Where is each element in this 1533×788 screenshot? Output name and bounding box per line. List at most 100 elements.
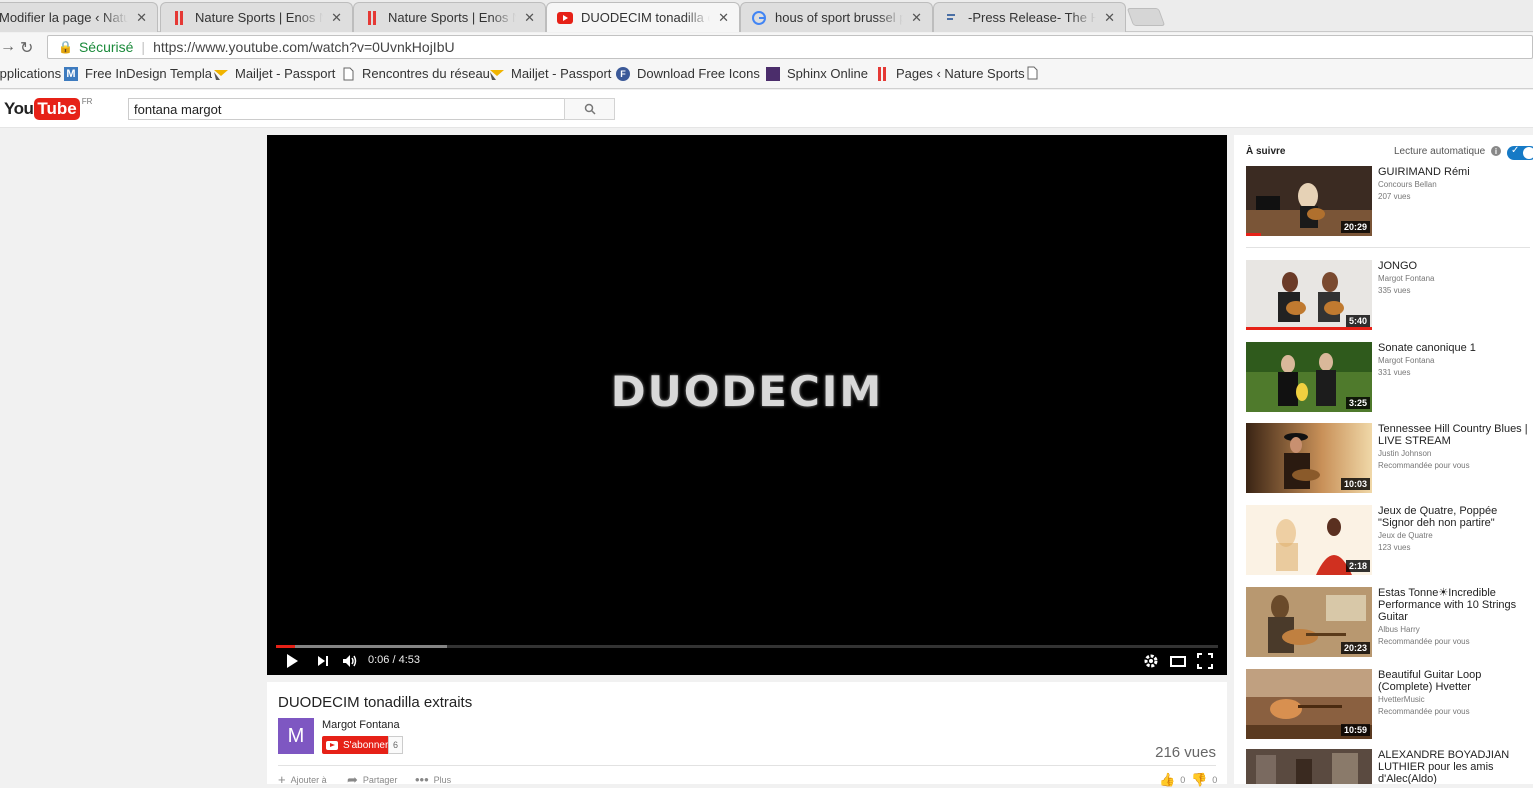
close-icon[interactable]: ✕ — [718, 10, 729, 26]
tab-label: Nature Sports | Enos Net — [195, 10, 323, 25]
bookmark-label: Pages ‹ Nature Sports — [896, 66, 1025, 81]
video-player[interactable]: DUODECIM 0:06 / 4:53 — [267, 135, 1227, 675]
video-channel: Jeux de Quatre — [1378, 531, 1433, 540]
share-button[interactable]: ➦ Partager — [347, 772, 397, 788]
video-thumbnail[interactable] — [1246, 749, 1372, 784]
video-thumbnail[interactable]: 10:59 — [1246, 669, 1372, 739]
video-title[interactable]: JONGO — [1378, 260, 1528, 272]
address-bar[interactable]: 🔒 Sécurisé | https://www.youtube.com/wat… — [47, 35, 1533, 59]
theater-icon — [1170, 656, 1186, 667]
tab-label: Modifier la page ‹ Nature Sports — [0, 10, 128, 25]
search-input[interactable] — [128, 98, 565, 120]
url-separator: | — [141, 39, 146, 55]
video-thumbnail[interactable]: 20:29 — [1246, 166, 1372, 236]
browser-tab[interactable]: hous of sport brussel png ✕ — [740, 2, 933, 32]
video-meta: 207 vues — [1378, 192, 1411, 201]
video-title[interactable]: Jeux de Quatre, Poppée "Signor deh non p… — [1378, 505, 1528, 529]
reload-icon[interactable]: ↻ — [20, 38, 33, 58]
bookmark-applications[interactable]: Applications — [0, 66, 61, 81]
bookmark-label: Mailjet - Passport — [235, 66, 336, 81]
video-meta: 331 vues — [1378, 368, 1411, 377]
google-icon — [751, 10, 767, 26]
video-duration: 10:59 — [1340, 724, 1370, 736]
browser-tab[interactable]: Modifier la page ‹ Nature Sports ✕ — [0, 2, 158, 32]
bookmark-label: Applications — [0, 66, 62, 81]
subscribe-button[interactable]: S'abonner — [322, 736, 395, 754]
video-channel: Albus Harry — [1378, 625, 1420, 634]
close-icon[interactable]: ✕ — [1104, 10, 1115, 26]
close-icon[interactable]: ✕ — [331, 10, 342, 26]
video-title[interactable]: Tennessee Hill Country Blues | LIVE STRE… — [1378, 423, 1528, 447]
video-thumbnail[interactable]: 3:25 — [1246, 342, 1372, 412]
youtube-logo[interactable]: You Tube FR — [4, 97, 92, 120]
video-duration: 2:18 — [1345, 560, 1370, 572]
close-icon[interactable]: ✕ — [524, 10, 535, 26]
progress-bar[interactable] — [276, 645, 1218, 648]
up-next-sidebar: À suivre Lecture automatique i ✓ 20:29 G… — [1234, 135, 1533, 784]
bookmark-label: Download Free Icons — [637, 66, 760, 81]
video-thumbnail[interactable]: 5:40 — [1246, 260, 1372, 330]
video-duration: 20:29 — [1340, 221, 1370, 233]
info-icon[interactable]: i — [1491, 146, 1501, 156]
bookmark-mailjet-2[interactable]: Mailjet - Passport — [490, 66, 611, 81]
related-video[interactable]: 5:40 JONGO Margot Fontana 335 vues — [1246, 260, 1533, 332]
bookmark-mailjet[interactable]: Mailjet - Passport — [214, 66, 335, 81]
mailjet-icon — [490, 67, 504, 81]
video-meta: 335 vues — [1378, 286, 1411, 295]
forward-icon[interactable]: → — [0, 38, 16, 56]
video-thumbnail[interactable]: 20:23 — [1246, 587, 1372, 657]
add-to-button[interactable]: + Ajouter à — [278, 772, 327, 787]
related-video[interactable]: 10:59 Beautiful Guitar Loop (Complete) H… — [1246, 669, 1533, 741]
page-icon — [1025, 66, 1039, 80]
video-thumbnail[interactable]: 2:18 — [1246, 505, 1372, 575]
mailjet-icon — [214, 67, 228, 81]
docs-icon — [944, 10, 960, 26]
like-button[interactable]: 👍 0 — [1159, 772, 1185, 788]
theater-mode-button[interactable] — [1170, 653, 1186, 669]
browser-tab-active[interactable]: DUODECIM tonadilla extraits ✕ — [546, 2, 740, 32]
page-icon — [341, 67, 355, 81]
volume-button[interactable] — [342, 653, 358, 669]
settings-button[interactable] — [1143, 653, 1159, 669]
more-button[interactable]: ••• Plus — [415, 772, 451, 787]
fullscreen-button[interactable] — [1197, 653, 1213, 669]
related-video[interactable]: 20:23 Estas Tonne☀Incredible Performance… — [1246, 587, 1533, 659]
video-thumbnail[interactable]: 10:03 — [1246, 423, 1372, 493]
tab-label: hous of sport brussel png — [775, 10, 903, 25]
video-title[interactable]: Beautiful Guitar Loop (Complete) Hvetter — [1378, 669, 1528, 693]
gear-icon — [1144, 654, 1158, 668]
related-video[interactable]: 3:25 Sonate canonique 1 Margot Fontana 3… — [1246, 342, 1533, 414]
bookmark-pages-nature[interactable]: Pages ‹ Nature Sports — [875, 66, 1025, 81]
plus-icon: + — [278, 772, 286, 787]
close-icon[interactable]: ✕ — [136, 10, 147, 26]
next-button[interactable] — [316, 653, 330, 669]
channel-name[interactable]: Margot Fontana — [322, 719, 400, 731]
close-icon[interactable]: ✕ — [911, 10, 922, 26]
autoplay-toggle[interactable]: ✓ — [1507, 145, 1533, 160]
video-duration: 20:23 — [1340, 642, 1370, 654]
related-video[interactable]: ALEXANDRE BOYADJIAN LUTHIER pour les ami… — [1246, 749, 1533, 784]
url-text: https://www.youtube.com/watch?v=0UvnkHoj… — [153, 39, 455, 55]
related-video[interactable]: 20:29 GUIRIMAND Rémi Concours Bellan 207… — [1246, 166, 1533, 238]
browser-tab[interactable]: -Press Release- The House ✕ — [933, 2, 1126, 32]
browser-tab[interactable]: Nature Sports | Enos Net ✕ — [160, 2, 353, 32]
thumbs-down-icon: 👎 — [1191, 772, 1208, 787]
related-video[interactable]: 10:03 Tennessee Hill Country Blues | LIV… — [1246, 423, 1533, 495]
bookmark-sphinx[interactable]: Sphinx Online — [766, 66, 868, 81]
bookmark-indesign[interactable]: M Free InDesign Templa — [64, 66, 212, 81]
bookmark-download-icons[interactable]: F Download Free Icons — [616, 66, 760, 81]
browser-tab[interactable]: Nature Sports | Enos Net ✕ — [353, 2, 546, 32]
new-tab-button[interactable] — [1126, 8, 1166, 26]
bookmark-untitled[interactable] — [1025, 66, 1046, 80]
related-video[interactable]: 2:18 Jeux de Quatre, Poppée "Signor deh … — [1246, 505, 1533, 577]
channel-avatar[interactable]: M — [278, 718, 314, 754]
video-title[interactable]: Estas Tonne☀Incredible Performance with … — [1378, 587, 1528, 623]
video-title[interactable]: Sonate canonique 1 — [1378, 342, 1528, 354]
video-title[interactable]: GUIRIMAND Rémi — [1378, 166, 1528, 178]
play-button[interactable] — [285, 653, 299, 669]
video-title[interactable]: ALEXANDRE BOYADJIAN LUTHIER pour les ami… — [1378, 749, 1528, 784]
bookmark-rencontres[interactable]: Rencontres du réseau — [341, 66, 490, 81]
dislike-button[interactable]: 👎 0 — [1191, 772, 1217, 788]
search-button[interactable] — [564, 98, 615, 120]
video-title: DUODECIM tonadilla extraits — [278, 694, 473, 711]
